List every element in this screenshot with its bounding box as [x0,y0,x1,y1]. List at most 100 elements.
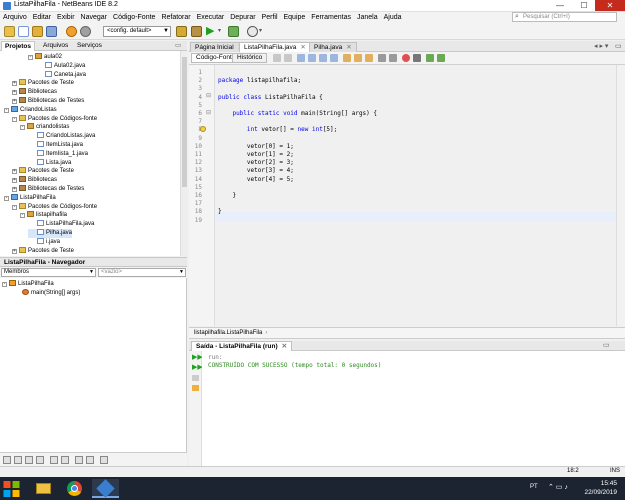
expand-toggle-icon[interactable]: + [12,178,17,184]
tab-arquivos[interactable]: Arquivos [40,41,71,51]
clock[interactable]: 15:45 22/09/2019 [584,479,617,497]
tree-item[interactable]: - listapilhafila [20,211,67,220]
settings-icon[interactable] [100,456,108,464]
collapse-toggle-icon[interactable]: - [4,107,9,113]
sort-source-icon[interactable] [61,456,69,464]
tree-item[interactable]: - Pacotes de Códigos-fonte [12,202,97,212]
navigator-class-node[interactable]: - ListaPilhaFila [2,280,54,289]
code-line[interactable]: public class ListaPilhaFila { [218,93,323,102]
next-bookmark-icon[interactable] [354,54,362,62]
tree-item[interactable]: ListaPilhaFila.java [28,220,94,229]
config-select[interactable]: <config. default> ▼ [103,26,171,37]
tray-icons[interactable]: ⌃ ▭ ♪ [548,483,568,491]
code-line[interactable]: } [218,207,222,216]
breadcrumb[interactable]: listapilhafila.ListaPilhaFila › [189,327,625,339]
find-prev-icon[interactable] [308,54,316,62]
profile-icon[interactable] [247,26,258,37]
menu-ferramentas[interactable]: Ferramentas [311,12,351,23]
stop-macro-icon[interactable] [413,54,421,62]
close-tab-icon[interactable]: ✕ [346,44,351,51]
tab-list-icon[interactable]: ◂ ▸ ▾ [594,42,608,50]
output-tab[interactable]: Saída - ListaPilhaFila (run) ✕ [191,341,293,351]
redo-icon[interactable] [80,26,91,37]
tab-listapilhafila-java[interactable]: ListaPilhaFila.java ✕ [239,42,311,52]
netbeans-taskbar-icon[interactable] [92,479,119,498]
profile-dropdown-icon[interactable]: ▾ [259,26,270,37]
keyboard-language[interactable]: PT [530,484,538,490]
start-macro-icon[interactable] [402,54,410,62]
navigator-tree[interactable]: - ListaPilhaFila main(String[] args) [0,278,187,452]
new-file-icon[interactable] [18,26,29,37]
project-tree[interactable]: - aula02 Aula02.java Caneta.java + Pacotes de… [0,51,187,256]
javadoc-icon[interactable] [75,456,83,464]
collapse-toggle-icon[interactable]: - [28,55,33,60]
menu-equipe[interactable]: Equipe [284,12,306,23]
tree-item[interactable]: Pilha.java [28,229,73,238]
filter-inherited-icon[interactable] [3,456,11,464]
maximize-button[interactable]: ☐ [572,0,596,11]
expand-toggle-icon[interactable]: + [12,248,17,254]
tree-item[interactable]: + Pacotes de Teste [12,246,74,256]
open-project-icon[interactable] [32,26,43,37]
tree-item[interactable]: + Bibliotecas de Testes [12,185,84,194]
code-editor[interactable]: package listapilhafila; public class List… [216,65,616,326]
maximize-editor-icon[interactable]: ▭ [615,42,622,50]
debug-icon[interactable] [228,26,239,37]
forward-icon[interactable] [284,54,292,62]
expand-toggle-icon[interactable]: + [12,81,17,87]
editor-scrollbar[interactable] [616,65,625,326]
mode-historico[interactable]: Histórico [232,53,268,63]
project-tree-scrollbar[interactable] [180,51,187,256]
fold-toggle-icon[interactable]: ⊟ [206,92,211,99]
new-project-icon[interactable] [4,26,15,37]
tree-item[interactable]: + Bibliotecas de Testes [12,97,84,106]
stop-icon[interactable] [192,375,199,381]
scope-select[interactable]: <vazio> ▼ [98,268,186,277]
code-line[interactable]: } [218,191,236,200]
menu-perfil[interactable]: Perfil [262,12,278,23]
tree-item[interactable]: - CriandoListas [4,105,57,115]
chrome-icon[interactable] [61,479,88,498]
tree-item[interactable]: - aula02 [28,53,62,62]
windows-start-icon[interactable] [3,481,20,497]
code-line[interactable]: int vetor[] = new int[5]; [218,125,337,134]
run-icon[interactable]: ▶ [206,26,217,37]
last-edit-icon[interactable] [297,54,305,62]
tree-item[interactable]: - ListaPilhaFila [4,193,56,203]
build-hammer-icon[interactable] [176,26,187,37]
close-tab-icon[interactable]: ✕ [300,44,305,51]
tab-projetos[interactable]: Projetos [1,41,36,51]
menu-codigo-fonte[interactable]: Código-Fonte [113,12,155,23]
collapse-toggle-icon[interactable]: - [20,125,25,131]
sort-name-icon[interactable] [50,456,58,464]
filter-non-public-icon[interactable] [36,456,44,464]
tree-item[interactable]: i.java [28,237,60,247]
tree-item[interactable]: ItemIista_1.java [28,149,88,159]
tree-item[interactable]: Caneta.java [36,70,86,80]
tab-servicos[interactable]: Serviços [74,41,105,51]
expand-toggle-icon[interactable]: + [12,90,17,96]
output-console[interactable]: run: CONSTRUÍDO COM SUCESSO (tempo total… [202,351,625,466]
tree-item[interactable]: - Pacotes de Códigos-fonte [12,114,97,124]
code-line[interactable]: public static void main(String[] args) { [218,109,377,118]
back-icon[interactable] [273,54,281,62]
file-explorer-icon[interactable] [30,479,57,498]
tab-pilha-java[interactable]: Pilha.java ✕ [309,42,357,52]
menu-ajuda[interactable]: Ajuda [384,12,402,23]
menu-executar[interactable]: Executar [197,12,225,23]
collapse-toggle-icon[interactable]: - [4,195,9,201]
close-button[interactable]: ✕ [595,0,625,11]
breadcrumb-item[interactable]: listapilhafila.ListaPilhaFila [194,330,262,336]
toggle-highlight-icon[interactable] [330,54,338,62]
code-line[interactable]: package listapilhafila; [218,76,301,85]
minimize-button[interactable]: — [548,0,572,11]
undo-icon[interactable] [66,26,77,37]
collapse-toggle-icon[interactable]: - [2,282,7,287]
comment-icon[interactable] [426,54,434,62]
fqn-icon[interactable] [86,456,94,464]
tree-item[interactable]: Lista.java [28,158,71,168]
shift-right-icon[interactable] [389,54,397,62]
scrollbar-thumb[interactable] [182,57,187,187]
members-select[interactable]: Membros ▼ [1,268,96,277]
menu-arquivo[interactable]: Arquivo [3,12,27,23]
